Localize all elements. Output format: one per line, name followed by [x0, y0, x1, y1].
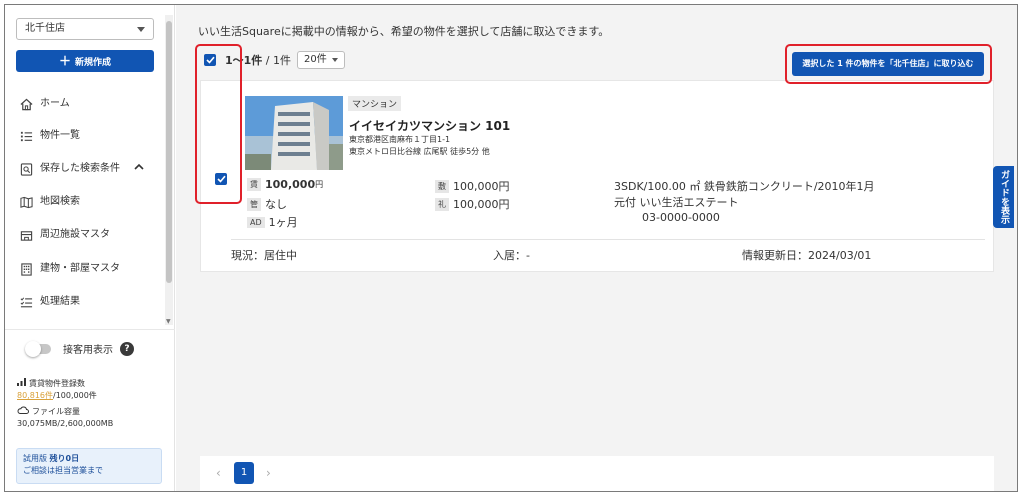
- building-icon: [18, 261, 34, 277]
- sidebar-item-facility-master[interactable]: 周辺施設マスタ: [18, 225, 110, 245]
- sidebar-item-property-list[interactable]: 物件一覧: [18, 126, 80, 146]
- listing-count-used[interactable]: 80,816件: [17, 391, 53, 400]
- checklist-icon: [18, 294, 34, 310]
- divider: [231, 239, 985, 240]
- sidebar-scrollbar[interactable]: [165, 15, 173, 325]
- trial-remaining: 残り0日: [49, 454, 80, 463]
- agent-phone: 03-0000-0000: [642, 211, 720, 224]
- property-station: 東京メトロ日比谷線 広尾駅 徒歩5分 他: [349, 147, 490, 156]
- page-1-button[interactable]: 1: [234, 462, 254, 484]
- property-name[interactable]: イイセイカツマンション 101: [349, 117, 510, 134]
- ad-tag: AD: [247, 216, 265, 228]
- ad-value: 1ヶ月: [268, 216, 298, 229]
- page-notice: いい生活Squareに掲載中の情報から、希望の物件を選択して店舗に取込できます。: [198, 25, 610, 38]
- chevron-up-icon[interactable]: [134, 159, 144, 179]
- trial-notice: 試用版 残り0日 ご相談は担当営業まで: [16, 448, 162, 484]
- property-spec: 3SDK/100.00 ㎡ 鉄骨鉄筋コンクリート/2010年1月: [614, 180, 875, 193]
- sidebar-item-label: 周辺施設マスタ: [40, 229, 110, 240]
- chevron-down-icon: [331, 58, 338, 62]
- pagination: ‹ 1 ›: [200, 456, 994, 491]
- management-value: なし: [265, 198, 287, 211]
- updated-date: 情報更新日：2024/03/01: [742, 249, 872, 262]
- key-money-tag: 礼: [435, 197, 449, 211]
- current-status: 現況：居住中: [231, 249, 297, 262]
- per-page-value: 20件: [304, 54, 327, 65]
- chevron-down-icon: [137, 27, 145, 32]
- listing-count-block: 賃貸物件登録数 80,816件/100,000件: [17, 378, 97, 402]
- rent-unit: 円: [315, 180, 324, 189]
- sidebar-scroll-thumb[interactable]: [166, 21, 172, 283]
- sidebar-item-label: 処理結果: [40, 296, 80, 307]
- sidebar: 北千住店 ＋ 新規作成 ホーム 物件一覧 保存した検索条件 地図検索 周辺施設マス…: [5, 5, 175, 491]
- storage-block: ファイル容量 30,075MB/2,600,000MB: [17, 406, 113, 430]
- highlight-import-button: [785, 44, 992, 84]
- signal-bars-icon: [17, 378, 26, 390]
- sidebar-item-label: ホーム: [40, 98, 70, 109]
- new-create-label: 新規作成: [75, 58, 112, 68]
- agent-name: 元付 いい生活エステート: [614, 196, 739, 209]
- key-money-value: 100,000円: [453, 198, 510, 211]
- plus-icon: ＋: [58, 54, 71, 68]
- store-select[interactable]: 北千住店: [16, 18, 154, 40]
- deposit-tag: 敷: [435, 179, 449, 193]
- sidebar-item-label: 建物・部屋マスタ: [40, 263, 120, 274]
- deposit-value: 100,000円: [453, 180, 510, 193]
- trial-prefix: 試用版: [23, 454, 47, 463]
- property-card: マンション イイセイカツマンション 101 東京都港区南麻布１丁目1-1 東京メ…: [200, 80, 994, 272]
- highlight-checkbox-column: [195, 44, 242, 204]
- customer-display-label: 接客用表示: [63, 345, 113, 356]
- saved-search-icon: [18, 161, 34, 177]
- sidebar-item-building-master[interactable]: 建物・部屋マスタ: [18, 259, 120, 279]
- app-window: 北千住店 ＋ 新規作成 ホーム 物件一覧 保存した検索条件 地図検索 周辺施設マス…: [4, 4, 1018, 492]
- listing-count-total: /100,000件: [53, 391, 97, 400]
- sidebar-item-process-results[interactable]: 処理結果: [18, 292, 80, 312]
- prev-page-button[interactable]: ‹: [216, 466, 221, 480]
- facility-icon: [18, 227, 34, 243]
- per-page-select[interactable]: 20件: [297, 51, 345, 69]
- cloud-icon: [17, 406, 29, 418]
- management-fee-row: 管 なし: [247, 196, 287, 212]
- storage-value: 30,075MB/2,600,000MB: [17, 419, 114, 428]
- map-icon: [18, 194, 34, 210]
- list-icon: [18, 128, 34, 144]
- property-photo[interactable]: [245, 96, 343, 170]
- home-icon: [18, 96, 34, 112]
- rent-tag: 賃: [247, 178, 261, 191]
- sidebar-item-home[interactable]: ホーム: [18, 94, 70, 114]
- trial-note: ご相談は担当営業まで: [23, 466, 103, 475]
- storage-label: ファイル容量: [32, 407, 80, 416]
- customer-display-toggle-row: 接客用表示 ?: [25, 340, 134, 357]
- sidebar-item-map-search[interactable]: 地図検索: [18, 192, 80, 212]
- divider: [5, 329, 175, 330]
- result-total: / 1件: [262, 54, 292, 67]
- deposit-row: 敷 100,000円: [435, 178, 510, 194]
- help-icon[interactable]: ?: [120, 341, 134, 356]
- next-page-button[interactable]: ›: [266, 466, 271, 480]
- new-create-button[interactable]: ＋ 新規作成: [16, 50, 154, 72]
- guide-tab[interactable]: ガイドを表示: [993, 166, 1014, 228]
- customer-display-toggle[interactable]: [25, 340, 51, 357]
- rent-value: 100,000: [265, 178, 316, 191]
- management-tag: 管: [247, 197, 261, 211]
- sidebar-item-label: 物件一覧: [40, 130, 80, 141]
- listing-count-label: 賃貸物件登録数: [29, 379, 85, 388]
- sidebar-item-saved-search[interactable]: 保存した検索条件: [18, 159, 144, 179]
- sidebar-item-label: 地図検索: [40, 196, 80, 207]
- ad-row: AD 1ヶ月: [247, 214, 298, 230]
- move-in-date: 入居：-: [493, 249, 530, 262]
- store-select-value: 北千住店: [25, 23, 65, 34]
- property-address: 東京都港区南麻布１丁目1-1: [349, 135, 451, 144]
- toggle-knob: [25, 340, 41, 357]
- rent-row: 賃 100,000 円: [247, 178, 323, 191]
- key-money-row: 礼 100,000円: [435, 196, 510, 212]
- property-type-badge: マンション: [348, 96, 402, 111]
- scroll-down-arrow-icon[interactable]: ▼: [166, 318, 171, 325]
- sidebar-item-label: 保存した検索条件: [40, 163, 120, 174]
- main-content: いい生活Squareに掲載中の情報から、希望の物件を選択して店舗に取込できます。…: [176, 5, 1017, 491]
